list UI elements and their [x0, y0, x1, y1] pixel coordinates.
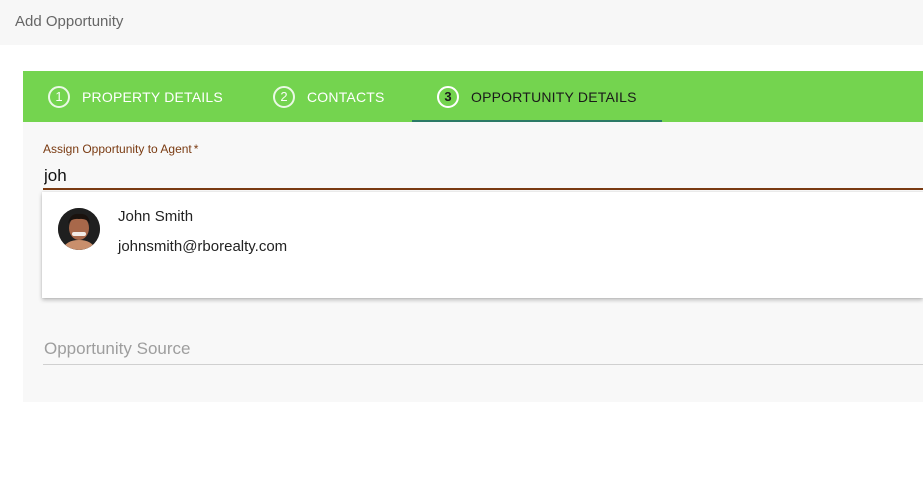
step-label: PROPERTY DETAILS	[82, 88, 223, 105]
suggestion-email: johnsmith@rborealty.com	[118, 238, 288, 255]
active-step-indicator	[412, 120, 662, 122]
step-number-badge: 1	[48, 85, 70, 108]
agent-suggestions-dropdown: John Smith johnsmith@rborealty.com	[42, 192, 923, 298]
agent-label-text: Assign Opportunity to Agent	[43, 142, 192, 156]
stepper: 1 PROPERTY DETAILS 2 CONTACTS 3 OPPORTUN…	[23, 71, 923, 122]
step-opportunity-details[interactable]: 3 OPPORTUNITY DETAILS	[437, 71, 637, 122]
step-label: OPPORTUNITY DETAILS	[471, 88, 637, 105]
top-bar: Add Opportunity	[0, 0, 923, 45]
step-number-badge: 3	[437, 85, 459, 108]
required-mark: *	[193, 142, 199, 156]
page-title: Add Opportunity	[15, 13, 124, 30]
step-label: CONTACTS	[307, 88, 385, 105]
suggestion-option[interactable]: John Smith johnsmith@rborealty.com	[42, 192, 923, 298]
opportunity-source-placeholder: Opportunity Source	[44, 339, 191, 358]
wizard-card: 1 PROPERTY DETAILS 2 CONTACTS 3 OPPORTUN…	[23, 71, 923, 402]
agent-field-label: Assign Opportunity to Agent *	[43, 142, 198, 156]
step-number-badge: 2	[273, 85, 295, 108]
avatar	[58, 208, 100, 250]
suggestion-name: John Smith	[118, 208, 194, 225]
step-contacts[interactable]: 2 CONTACTS	[273, 71, 385, 122]
agent-search-input[interactable]	[43, 164, 923, 190]
step-property-details[interactable]: 1 PROPERTY DETAILS	[48, 71, 223, 122]
opportunity-source-field[interactable]: Opportunity Source	[43, 338, 923, 365]
